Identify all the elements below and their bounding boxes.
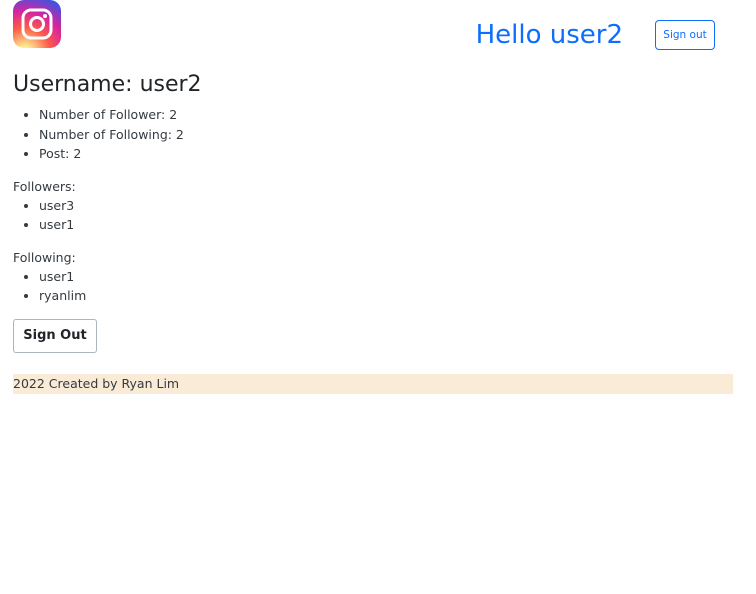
follower-item: user3 <box>39 196 733 216</box>
following-list: user1 ryanlim <box>13 267 733 306</box>
following-label: Following: <box>13 249 76 265</box>
followers-label: Followers: <box>13 178 76 194</box>
profile-section: Username: user2 Number of Follower: 2 Nu… <box>13 70 733 353</box>
username-heading: Username: user2 <box>13 70 733 100</box>
header-sign-out-button[interactable]: Sign out <box>655 20 715 50</box>
stat-post-count: Post: 2 <box>39 144 733 164</box>
camera-icon <box>21 8 53 40</box>
stats-list: Number of Follower: 2 Number of Followin… <box>13 105 733 164</box>
footer: 2022 Created by Ryan Lim <box>13 374 733 394</box>
username-value: user2 <box>139 72 202 97</box>
followers-list: user3 user1 <box>13 196 733 235</box>
sign-out-button[interactable]: Sign Out <box>13 318 97 353</box>
stat-followers-count: Number of Follower: 2 <box>39 105 733 125</box>
stat-following-count: Number of Following: 2 <box>39 125 733 145</box>
following-item: user1 <box>39 267 733 287</box>
instagram-logo-icon[interactable] <box>13 0 61 48</box>
following-item: ryanlim <box>39 286 733 306</box>
greeting-text: Hello user2 <box>475 20 623 50</box>
page: Hello user2 Sign out Username: user2 Num… <box>0 0 756 594</box>
username-label: Username: <box>13 72 133 97</box>
follower-item: user1 <box>39 215 733 235</box>
